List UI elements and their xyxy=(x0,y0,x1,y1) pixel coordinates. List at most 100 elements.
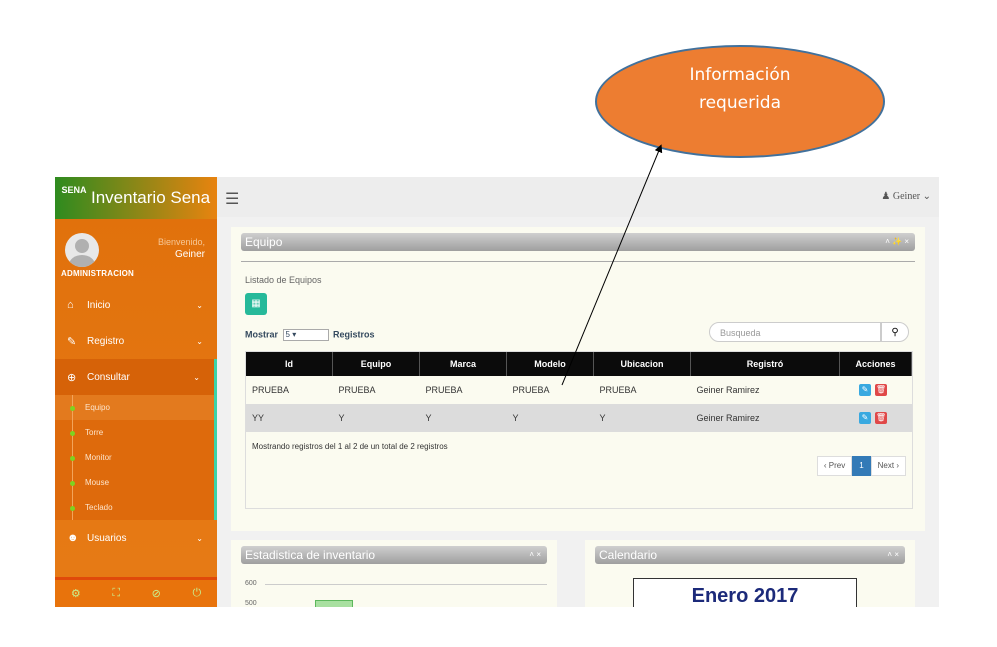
close-icon[interactable]: × xyxy=(894,550,899,559)
panel-tools: ˄ × xyxy=(887,546,899,564)
pagination: ‹ Prev 1 Next › xyxy=(816,456,906,476)
chevron-down-icon: ⌄ xyxy=(196,533,203,543)
column-header[interactable]: Marca xyxy=(419,352,507,376)
eye-slash-icon[interactable]: ⊘ xyxy=(152,587,161,600)
sidebar-item-label: Consultar xyxy=(87,371,130,383)
app-window: SENA Inventario Sena Bienvenido, Geiner … xyxy=(55,177,939,607)
grid-line xyxy=(265,584,547,585)
panel-tools: ˄ × xyxy=(529,546,541,564)
panel-header: Equipo ˄ ✨ × xyxy=(241,233,915,251)
close-icon[interactable]: × xyxy=(536,550,541,559)
sidebar-footer: ⚙ ⛶ ⊘ ⏻ xyxy=(55,577,217,607)
avatar xyxy=(65,233,99,267)
panel-tools: ˄ ✨ × xyxy=(885,233,909,251)
table-cell: PRUEBA xyxy=(599,385,637,395)
column-header[interactable]: Acciones xyxy=(839,352,912,376)
sidebar-item-label: Inicio xyxy=(87,299,111,311)
sena-logo: SENA xyxy=(61,185,87,195)
consultar-submenu: Equipo Torre Monitor Mouse Teclado xyxy=(55,395,217,520)
prev-page-button[interactable]: ‹ Prev xyxy=(816,456,853,476)
chart-bar xyxy=(315,600,353,607)
equipos-table-container: Id Equipo Marca Modelo Ubicacion Registr… xyxy=(245,351,913,509)
stats-panel: Estadistica de inventario ˄ × 600 500 xyxy=(231,540,557,607)
sidebar-item-consultar[interactable]: ⊕ Consultar ⌄ xyxy=(55,359,217,395)
table-cell: PRUEBA xyxy=(512,385,550,395)
edit-button[interactable]: ✎ xyxy=(859,412,871,424)
profile: Bienvenido, Geiner ADMINISTRACION xyxy=(55,219,217,287)
sidebar-item-label: Usuarios xyxy=(87,532,127,544)
submenu-item-mouse[interactable]: Mouse xyxy=(55,470,214,495)
table-cell: Geiner Ramirez xyxy=(696,385,760,395)
actions-cell: ✎ 🗑 xyxy=(839,404,912,432)
submenu-item-monitor[interactable]: Monitor xyxy=(55,445,214,470)
topbar: ☰ ♟ Geiner ⌄ xyxy=(217,177,939,217)
table-cell: YY xyxy=(246,404,333,432)
submenu-item-torre[interactable]: Torre xyxy=(55,420,214,445)
home-icon: ⌂ xyxy=(67,299,74,311)
sidebar-item-inicio[interactable]: ⌂ Inicio ⌄ xyxy=(55,287,217,323)
search-input[interactable]: Busqueda xyxy=(709,322,881,342)
page-size-select[interactable]: 5 ▾ xyxy=(282,329,329,341)
table-row: YY Y Y Y Y Geiner Ramirez ✎ 🗑 xyxy=(246,404,912,432)
axis-tick: 500 xyxy=(245,600,257,607)
table-row: PRUEBA PRUEBA PRUEBA PRUEBA PRUEBA Geine… xyxy=(246,376,912,404)
page-size-value: 5 xyxy=(285,330,290,339)
delete-button[interactable]: 🗑 xyxy=(875,384,887,396)
user-menu-name: Geiner xyxy=(892,191,921,202)
delete-button[interactable]: 🗑 xyxy=(875,412,887,424)
column-header[interactable]: Modelo xyxy=(506,352,594,376)
chevron-down-icon: ⌄ xyxy=(193,372,200,382)
settings-icon[interactable]: ⚙ xyxy=(71,587,81,600)
excel-icon: ▦ xyxy=(251,298,261,309)
search-icon: ⚲ xyxy=(891,327,899,338)
export-excel-button[interactable]: ▦ xyxy=(245,293,267,315)
edit-icon: ✎ xyxy=(67,335,77,348)
table-cell: Y xyxy=(593,404,691,432)
close-icon[interactable]: × xyxy=(904,237,909,246)
table-cell: PRUEBA xyxy=(252,385,290,395)
profile-name: Geiner xyxy=(174,249,205,260)
users-icon: ☻ xyxy=(67,532,79,544)
sidebar-item-label: Registro xyxy=(87,335,125,347)
user-menu[interactable]: ♟ Geiner ⌄ xyxy=(881,191,931,202)
chevron-down-icon: ⌄ xyxy=(196,336,203,346)
table-cell: Y xyxy=(332,404,420,432)
table-cell: PRUEBA xyxy=(338,385,376,395)
column-header[interactable]: Registró xyxy=(690,352,840,376)
wrench-icon[interactable]: ✨ xyxy=(892,237,902,246)
table-cell: PRUEBA xyxy=(425,385,463,395)
menu-toggle-icon[interactable]: ☰ xyxy=(225,189,239,209)
page-size-control: Mostrar 5 ▾ Registros xyxy=(245,329,375,341)
profile-role: ADMINISTRACION xyxy=(61,269,135,278)
chevron-down-icon: ⌄ xyxy=(196,300,203,310)
panel-subtitle: Listado de Equipos xyxy=(245,275,322,285)
column-header[interactable]: Id xyxy=(246,352,333,376)
brand[interactable]: SENA Inventario Sena xyxy=(55,177,217,219)
sidebar-item-usuarios[interactable]: ☻ Usuarios ⌄ xyxy=(55,520,217,556)
callout-text-line1: Información xyxy=(689,65,791,85)
records-label: Registros xyxy=(333,329,375,340)
collapse-icon[interactable]: ˄ xyxy=(885,237,890,246)
panel-header: Estadistica de inventario ˄ × xyxy=(241,546,547,564)
equipo-panel: Equipo ˄ ✨ × Listado de Equipos ▦ Mostra… xyxy=(231,227,925,531)
panel-header: Calendario ˄ × xyxy=(595,546,905,564)
welcome-text: Bienvenido, xyxy=(157,237,205,247)
submenu-item-equipo[interactable]: Equipo xyxy=(55,395,214,420)
search-button[interactable]: ⚲ xyxy=(881,322,909,342)
sidebar-item-registro[interactable]: ✎ Registro ⌄ xyxy=(55,323,217,359)
submenu-item-teclado[interactable]: Teclado xyxy=(55,495,214,520)
fullscreen-icon[interactable]: ⛶ xyxy=(112,587,120,600)
axis-tick: 600 xyxy=(245,580,257,587)
column-header[interactable]: Ubicacion xyxy=(593,352,691,376)
search-plus-icon: ⊕ xyxy=(67,371,77,384)
column-header[interactable]: Equipo xyxy=(332,352,420,376)
brand-title: Inventario Sena xyxy=(91,188,211,207)
records-summary: Mostrando registros del 1 al 2 de un tot… xyxy=(252,442,448,451)
collapse-icon[interactable]: ˄ xyxy=(529,550,534,559)
page-1-button[interactable]: 1 xyxy=(852,456,871,476)
power-icon[interactable]: ⏻ xyxy=(192,587,201,600)
edit-button[interactable]: ✎ xyxy=(859,384,871,396)
collapse-icon[interactable]: ˄ xyxy=(887,550,892,559)
next-page-button[interactable]: Next › xyxy=(870,456,906,476)
panel-title: Estadistica de inventario xyxy=(245,548,376,562)
